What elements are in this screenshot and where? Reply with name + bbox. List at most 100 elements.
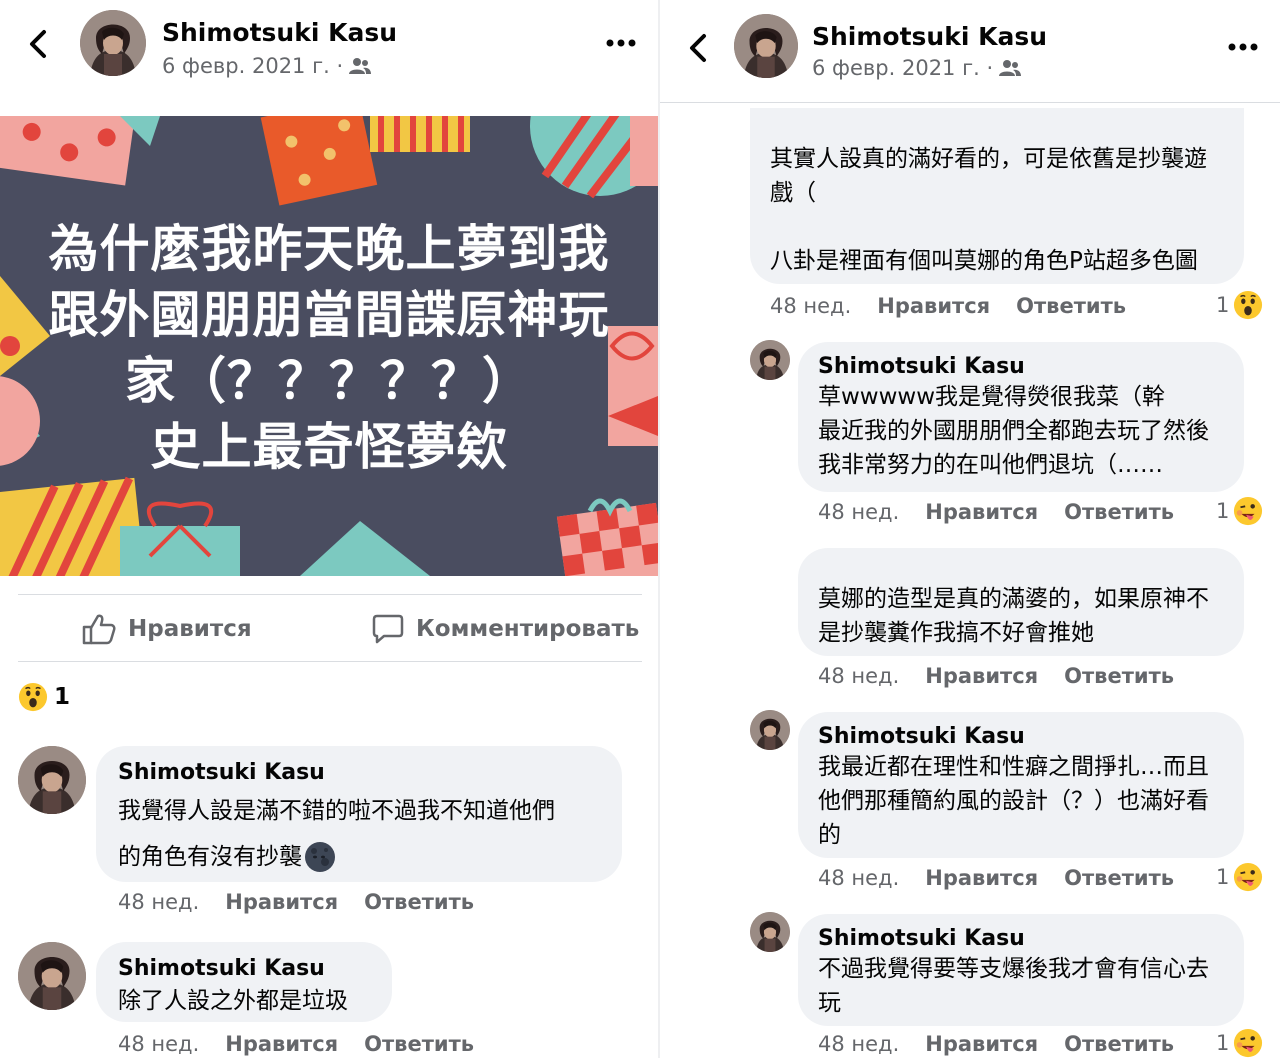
comment-line: 的 bbox=[818, 822, 841, 848]
comment-line-with-emoji: 的角色有沒有抄襲 bbox=[118, 834, 618, 880]
comment-time: 48 нед. bbox=[818, 866, 900, 890]
comment-line: 除了人設之外都是垃圾 bbox=[118, 988, 348, 1014]
comment-author[interactable]: Shimotsuki Kasu bbox=[818, 354, 1025, 379]
avatar[interactable] bbox=[18, 746, 86, 814]
post-header: Shimotsuki Kasu 6 февр. 2021 г. · bbox=[0, 0, 658, 100]
reaction-count: 1 bbox=[54, 684, 71, 710]
comment-reply-button[interactable]: Ответить bbox=[364, 1032, 474, 1056]
comment-reply-button[interactable]: Ответить bbox=[364, 890, 474, 914]
comment-like-button[interactable]: Нравится bbox=[877, 294, 990, 318]
comment-reactions[interactable]: 1 bbox=[1216, 496, 1263, 526]
comment-author[interactable]: Shimotsuki Kasu bbox=[118, 956, 325, 981]
comment-line: 莫娜的造型是真的滿婆的，如果原神不 bbox=[818, 586, 1209, 612]
comment-like-button[interactable]: Нравится bbox=[925, 664, 1038, 688]
post-date: 6 февр. 2021 г. · bbox=[162, 54, 372, 78]
comment-reply-button[interactable]: Ответить bbox=[1064, 500, 1174, 524]
comment-like-button[interactable]: Нравится bbox=[925, 866, 1038, 890]
more-icon[interactable] bbox=[1228, 42, 1258, 52]
drool-emoji-icon bbox=[1233, 862, 1263, 892]
drool-emoji-icon bbox=[1233, 1028, 1263, 1058]
avatar[interactable] bbox=[80, 10, 146, 76]
comment-text: 我最近都在理性和性癖之間掙扎…而且 他們那種簡約風的設計（？）也滿好看 的 bbox=[818, 750, 1238, 852]
avatar[interactable] bbox=[750, 912, 790, 952]
like-label: Нравится bbox=[128, 616, 252, 642]
comment-reactions[interactable]: 1 bbox=[1216, 290, 1263, 320]
drool-emoji-icon bbox=[1233, 496, 1263, 526]
comment-time: 48 нед. bbox=[118, 1032, 200, 1056]
post-reactions[interactable]: 1 bbox=[18, 682, 70, 712]
comment-line: 我非常努力的在叫他們退坑（…… bbox=[818, 452, 1163, 478]
comment-line: 其實人設真的滿好看的，可是依舊是抄襲遊 bbox=[770, 146, 1207, 172]
post-date-text: 6 февр. 2021 г. · bbox=[162, 54, 344, 78]
comment-reactions[interactable]: 1 bbox=[1216, 862, 1263, 892]
comment-author[interactable]: Shimotsuki Kasu bbox=[818, 724, 1025, 749]
comment-line: 八卦是裡面有個叫莫娜的角色P站超多色圖 bbox=[770, 248, 1198, 274]
comment-reactions[interactable]: 1 bbox=[1216, 1028, 1263, 1058]
post-image-line: 家（？？？？？） bbox=[125, 352, 533, 410]
right-comments-panel: Shimotsuki Kasu 6 февр. 2021 г. · 其實人設真的… bbox=[660, 0, 1280, 1058]
author-name[interactable]: Shimotsuki Kasu bbox=[162, 18, 397, 47]
header-separator bbox=[660, 102, 1280, 103]
comment-line bbox=[770, 210, 1240, 244]
comment-time: 48 нед. bbox=[118, 890, 200, 914]
comment-meta: 48 нед. Нравится Ответить bbox=[818, 500, 1174, 524]
comment-line: 我最近都在理性和性癖之間掙扎…而且 bbox=[818, 754, 1209, 780]
moon-emoji-icon bbox=[305, 842, 335, 872]
comment-reply-button[interactable]: Ответить bbox=[1016, 294, 1126, 318]
author-name[interactable]: Shimotsuki Kasu bbox=[812, 22, 1047, 51]
more-icon[interactable] bbox=[606, 38, 636, 48]
like-button[interactable]: Нравится bbox=[82, 595, 252, 663]
post-image-line: 史上最奇怪夢欸 bbox=[150, 418, 508, 476]
comment-reply-button[interactable]: Ответить bbox=[1064, 866, 1174, 890]
comment-text: 不過我覺得要等支爆後我才會有信心去 玩 bbox=[818, 952, 1238, 1020]
post-date-text: 6 февр. 2021 г. · bbox=[812, 56, 994, 80]
back-arrow-icon[interactable] bbox=[686, 32, 710, 64]
comment-icon bbox=[372, 614, 404, 644]
comment-meta: 48 нед. Нравится Ответить bbox=[818, 866, 1174, 890]
comment-author[interactable]: Shimotsuki Kasu bbox=[118, 760, 325, 785]
avatar[interactable] bbox=[18, 942, 86, 1010]
comment-button[interactable]: Комментировать bbox=[372, 595, 639, 663]
comment-line: 最近我的外國朋朋們全都跑去玩了然後 bbox=[818, 418, 1209, 444]
avatar[interactable] bbox=[750, 710, 790, 750]
reaction-count: 1 bbox=[1216, 293, 1230, 317]
post-action-bar: Нравится Комментировать bbox=[18, 594, 642, 662]
comment-text: 除了人設之外都是垃圾 bbox=[118, 984, 388, 1018]
comment-label: Комментировать bbox=[416, 616, 640, 642]
comment-time: 48 нед. bbox=[770, 294, 852, 318]
friends-icon bbox=[999, 60, 1022, 76]
comment-author[interactable]: Shimotsuki Kasu bbox=[818, 926, 1025, 951]
comment-like-button[interactable]: Нравится bbox=[225, 890, 338, 914]
comment-time: 48 нед. bbox=[818, 664, 900, 688]
avatar[interactable] bbox=[734, 14, 798, 78]
comment-reply-button[interactable]: Ответить bbox=[1064, 664, 1174, 688]
comment-meta: 48 нед. Нравится Ответить bbox=[118, 1032, 474, 1056]
post-date: 6 февр. 2021 г. · bbox=[812, 56, 1022, 80]
back-arrow-icon[interactable] bbox=[26, 28, 50, 60]
reaction-count: 1 bbox=[1216, 865, 1230, 889]
comment-like-button[interactable]: Нравится bbox=[225, 1032, 338, 1056]
comment-text: 草wwwww我是覺得熒很我菜（幹 最近我的外國朋朋們全都跑去玩了然後 我非常努力… bbox=[818, 380, 1238, 482]
post-image[interactable]: 為什麼我昨天晚上夢到我 跟外國朋朋當間諜原神玩 家（？？？？？） 史上最奇怪夢欸 bbox=[0, 116, 658, 576]
comment-like-button[interactable]: Нравится bbox=[925, 500, 1038, 524]
post-image-line: 跟外國朋朋當間諜原神玩 bbox=[48, 286, 610, 344]
comment-line: 玩 bbox=[818, 990, 841, 1016]
comment-meta: 48 нед. Нравится Ответить bbox=[118, 890, 474, 914]
comment-line: 我覺得人設是滿不錯的啦不過我不知道他們 bbox=[118, 798, 555, 824]
like-thumb-icon bbox=[82, 614, 116, 645]
comment-reply-button[interactable]: Ответить bbox=[1064, 1032, 1174, 1056]
comment-like-button[interactable]: Нравится bbox=[925, 1032, 1038, 1056]
wow-emoji-icon bbox=[18, 682, 48, 712]
comment-line: 的角色有沒有抄襲 bbox=[118, 844, 302, 870]
comment-line: 是抄襲糞作我搞不好會推她 bbox=[818, 620, 1094, 646]
avatar[interactable] bbox=[750, 340, 790, 380]
comment-line: 他們那種簡約風的設計（？）也滿好看 bbox=[818, 788, 1209, 814]
comment-meta: 48 нед. Нравится Ответить bbox=[770, 294, 1126, 318]
comment-meta: 48 нед. Нравится Ответить bbox=[818, 1032, 1174, 1056]
post-image-line: 為什麼我昨天晚上夢到我 bbox=[48, 220, 610, 278]
comment-meta: 48 нед. Нравится Ответить bbox=[818, 664, 1174, 688]
wow-emoji-icon bbox=[1233, 290, 1263, 320]
left-post-panel: Shimotsuki Kasu 6 февр. 2021 г. · 為什麼我昨天… bbox=[0, 0, 658, 1058]
comment-line: 戲（ bbox=[770, 180, 816, 206]
reaction-count: 1 bbox=[1216, 1031, 1230, 1055]
